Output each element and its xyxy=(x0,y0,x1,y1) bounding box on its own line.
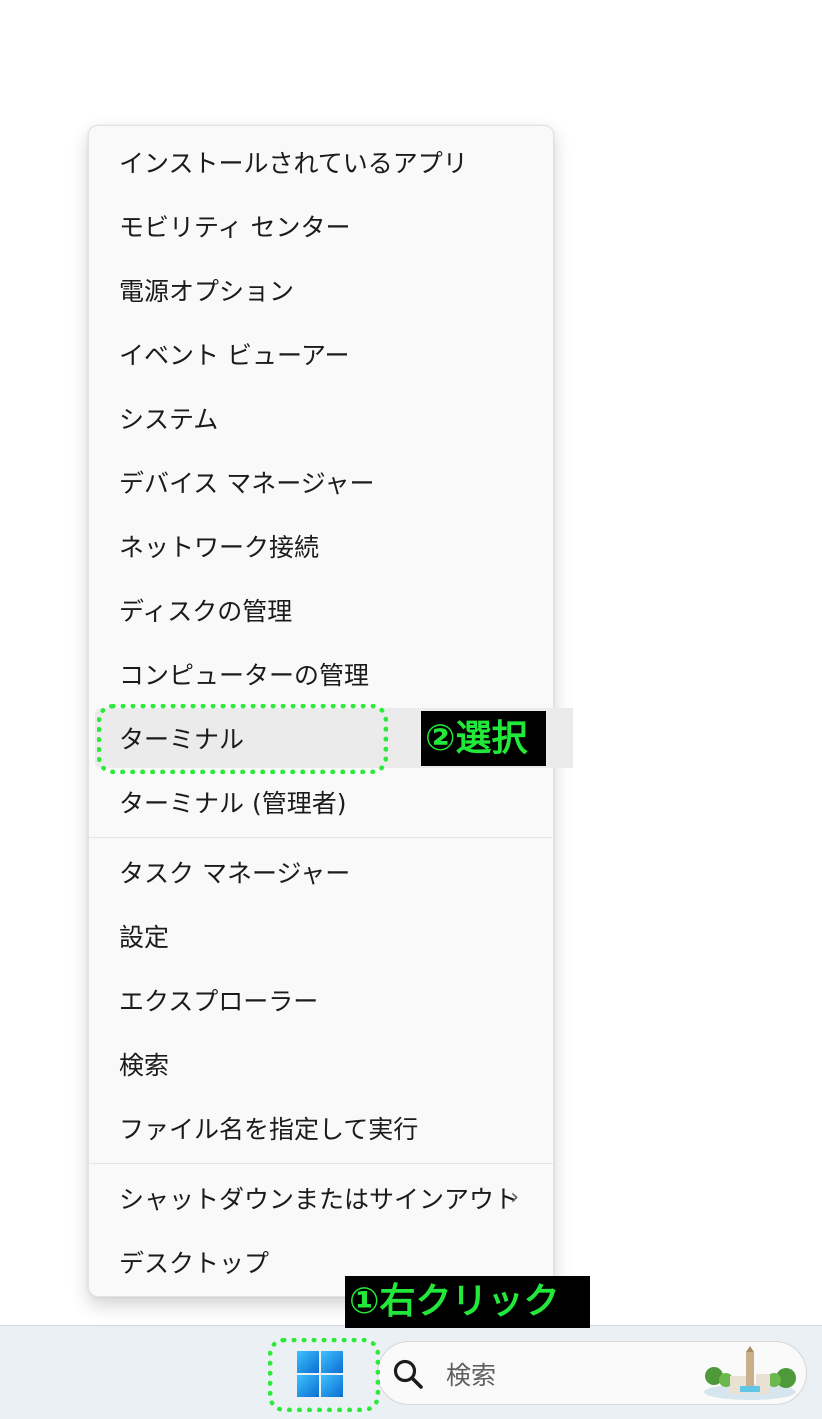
menu-item-label: ディスクの管理 xyxy=(119,597,293,626)
windows-logo-icon xyxy=(297,1351,343,1397)
start-button[interactable] xyxy=(287,1345,353,1403)
menu-item-shutdown-signout[interactable]: シャットダウンまたはサインアウト › xyxy=(95,1168,547,1228)
menu-item-label: 検索 xyxy=(119,1051,170,1080)
menu-item-run[interactable]: ファイル名を指定して実行 xyxy=(95,1098,547,1158)
annotation-step1: ①右クリック xyxy=(345,1276,590,1328)
menu-item-disk-management[interactable]: ディスクの管理 xyxy=(95,580,547,640)
menu-item-label: インストールされているアプリ xyxy=(119,149,468,178)
menu-item-label: ターミナル (管理者) xyxy=(119,789,347,818)
menu-separator xyxy=(89,1163,553,1164)
menu-item-label: エクスプローラー xyxy=(119,987,319,1016)
menu-item-event-viewer[interactable]: イベント ビューアー xyxy=(95,324,547,384)
menu-item-task-manager[interactable]: タスク マネージャー xyxy=(95,842,547,902)
menu-item-label: モビリティ センター xyxy=(119,213,351,242)
taskbar-search-box[interactable]: 検索 xyxy=(377,1341,807,1405)
menu-item-installed-apps[interactable]: インストールされているアプリ xyxy=(95,132,547,192)
search-highlight-icon xyxy=(704,1346,796,1400)
menu-item-label: ネットワーク接続 xyxy=(119,533,320,562)
menu-item-label: システム xyxy=(119,405,219,434)
menu-item-label: デスクトップ xyxy=(119,1249,270,1278)
menu-item-label: 設定 xyxy=(119,923,170,952)
menu-item-label: ファイル名を指定して実行 xyxy=(119,1115,419,1144)
search-icon xyxy=(393,1359,423,1389)
menu-item-label: イベント ビューアー xyxy=(119,341,350,370)
menu-item-search[interactable]: 検索 xyxy=(95,1034,547,1094)
menu-item-system[interactable]: システム xyxy=(95,388,547,448)
menu-item-network-connections[interactable]: ネットワーク接続 xyxy=(95,516,547,576)
menu-item-power-options[interactable]: 電源オプション xyxy=(95,260,547,320)
menu-item-label: コンピューターの管理 xyxy=(119,661,370,690)
menu-separator xyxy=(89,837,553,838)
menu-item-label: タスク マネージャー xyxy=(119,859,351,888)
annotation-step2: ②選択 xyxy=(421,711,546,766)
menu-item-mobility-center[interactable]: モビリティ センター xyxy=(95,196,547,256)
menu-item-label: 電源オプション xyxy=(119,277,295,306)
menu-item-terminal-admin[interactable]: ターミナル (管理者) xyxy=(95,772,547,832)
chevron-right-icon: › xyxy=(510,1185,519,1210)
search-placeholder: 検索 xyxy=(446,1361,497,1390)
menu-item-settings[interactable]: 設定 xyxy=(95,906,547,966)
menu-item-file-explorer[interactable]: エクスプローラー xyxy=(95,970,547,1030)
menu-item-label: ターミナル xyxy=(119,725,245,754)
menu-item-label: シャットダウンまたはサインアウト xyxy=(119,1185,520,1214)
menu-item-computer-management[interactable]: コンピューターの管理 xyxy=(95,644,547,704)
menu-item-label: デバイス マネージャー xyxy=(119,469,375,498)
menu-item-device-manager[interactable]: デバイス マネージャー xyxy=(95,452,547,512)
